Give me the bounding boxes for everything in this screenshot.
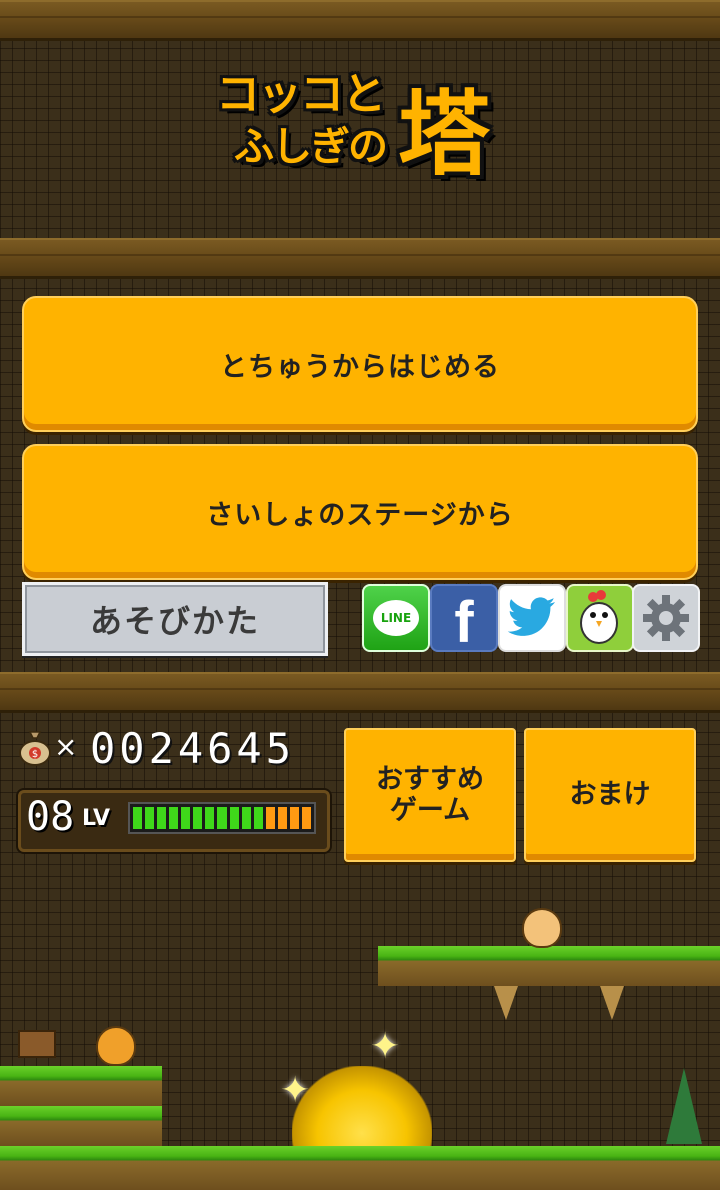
- upper-grass-ledge: [378, 946, 720, 986]
- experience-segment: [145, 807, 155, 829]
- multiply-sign: ×: [54, 730, 78, 763]
- recommended-games-label: おすすめ ゲーム: [376, 763, 484, 826]
- experience-segment: [181, 807, 191, 829]
- chicken-icon: [580, 590, 618, 644]
- facebook-icon: f: [454, 589, 474, 655]
- experience-segment: [301, 807, 311, 829]
- line-icon: LINE: [373, 600, 419, 636]
- experience-segment: [157, 807, 167, 829]
- sparkle-icon: ✦: [280, 1070, 311, 1111]
- experience-segment: [133, 807, 143, 829]
- experience-segment: [193, 807, 203, 829]
- continue-button-label: とちゅうからはじめる: [220, 351, 500, 383]
- level-label: LV: [82, 806, 111, 831]
- pine-tree: [666, 1068, 702, 1144]
- how-to-play-label: あそびかた: [89, 602, 260, 640]
- experience-segment: [229, 807, 239, 829]
- left-grass-step-lower: [0, 1106, 162, 1146]
- experience-segment: [169, 807, 179, 829]
- top-beam: [0, 0, 720, 41]
- treasure-pile: [292, 1066, 432, 1150]
- experience-segment: [277, 807, 287, 829]
- twitter-share-button[interactable]: [498, 584, 566, 652]
- first-stage-button-label: さいしょのステージから: [206, 499, 514, 531]
- ground: [0, 1146, 720, 1190]
- game-title-logo: コッコと ふしぎの 塔: [212, 56, 512, 188]
- experience-segment: [265, 807, 275, 829]
- line-icon-label: LINE: [380, 611, 412, 625]
- ledge-spike-left: [494, 986, 518, 1020]
- wooden-sign: [18, 1030, 56, 1058]
- lower-beam: [0, 672, 720, 713]
- facebook-share-button[interactable]: f: [430, 584, 498, 655]
- line-share-button[interactable]: LINE: [362, 584, 430, 652]
- title-line2: ふしぎの: [234, 124, 388, 170]
- gear-icon: [643, 595, 689, 641]
- money-bag-symbol: $: [32, 749, 38, 760]
- continue-button[interactable]: とちゅうからはじめる: [22, 296, 698, 432]
- experience-segment: [253, 807, 263, 829]
- experience-bar: [128, 802, 316, 834]
- how-to-play-button[interactable]: あそびかた: [22, 582, 328, 656]
- first-stage-button[interactable]: さいしょのステージから: [22, 444, 698, 580]
- left-grass-step-upper: [0, 1066, 162, 1106]
- chick-character: [96, 1026, 136, 1066]
- money-bag-icon: $: [19, 731, 51, 766]
- settings-button[interactable]: [632, 584, 700, 652]
- level-number: 08: [26, 794, 75, 840]
- title-tower-kanji: 塔: [398, 81, 491, 188]
- sparkle-icon: ✦: [370, 1026, 401, 1067]
- recommended-games-button[interactable]: おすすめ ゲーム: [344, 728, 516, 862]
- experience-segment: [289, 807, 299, 829]
- experience-segment: [217, 807, 227, 829]
- bonus-button[interactable]: おまけ: [524, 728, 696, 862]
- monkey-character: [522, 908, 562, 948]
- title-line1: コッコと: [216, 69, 386, 120]
- twitter-bird-icon: [507, 597, 555, 636]
- mid-beam: [0, 238, 720, 279]
- experience-segment: [241, 807, 251, 829]
- chicken-app-button[interactable]: [566, 584, 634, 652]
- ledge-spike-right: [600, 986, 624, 1020]
- coin-count: 0024645: [90, 724, 296, 773]
- bonus-label: おまけ: [569, 779, 651, 811]
- experience-segment: [205, 807, 215, 829]
